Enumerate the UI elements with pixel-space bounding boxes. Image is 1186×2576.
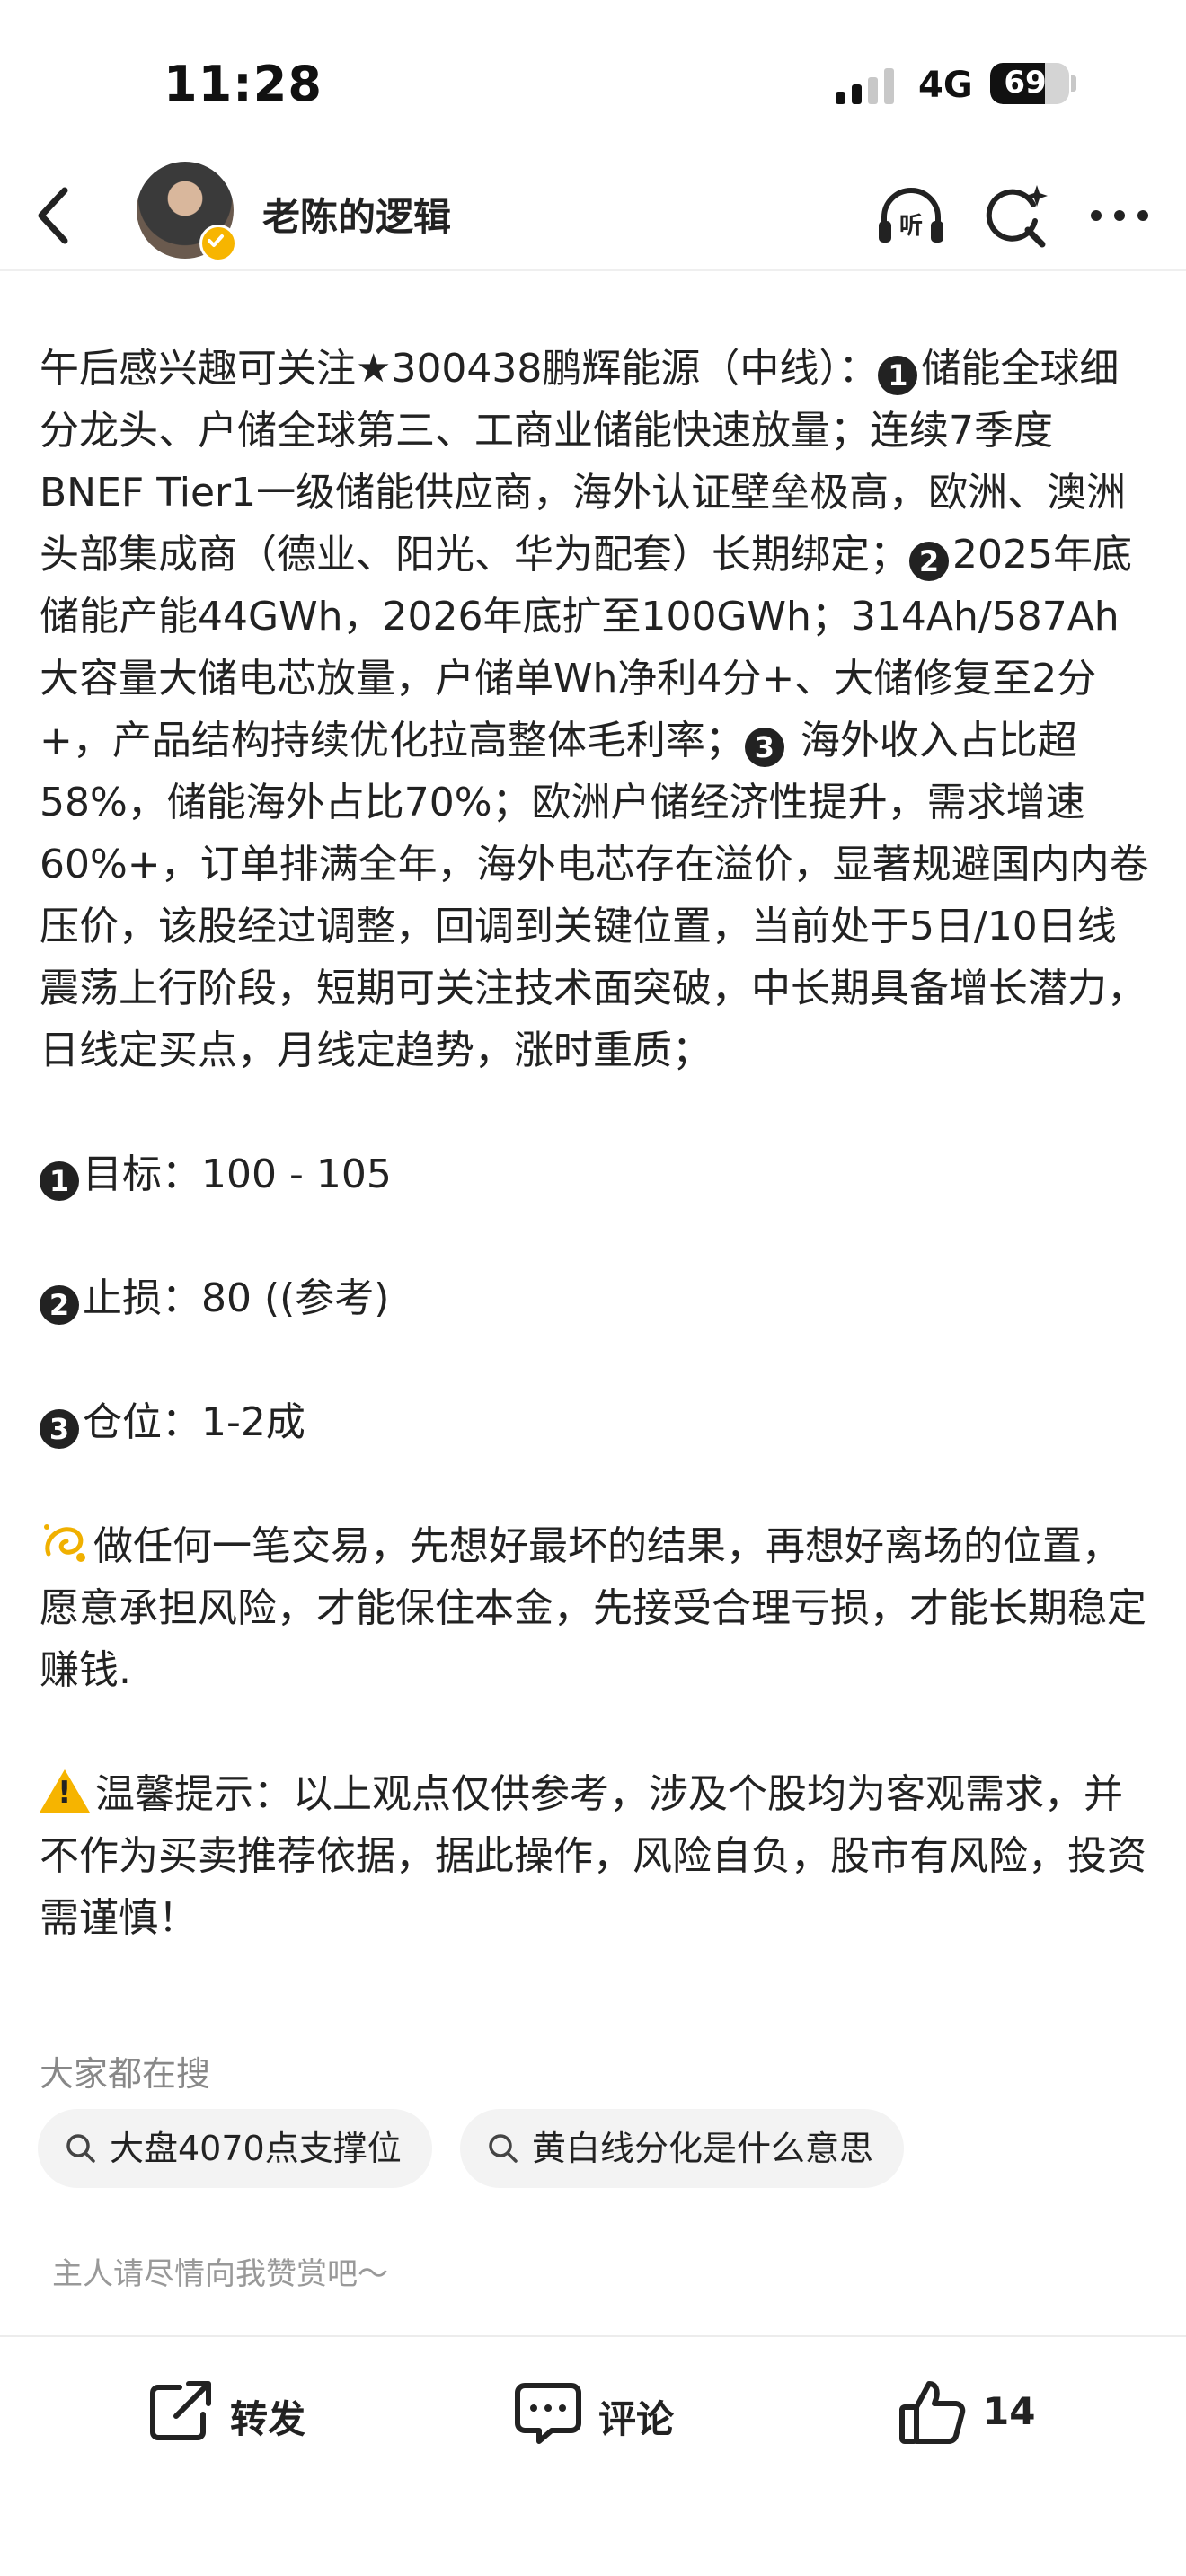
status-bar: 11:28 4G 69 — [0, 0, 1186, 162]
warning-icon — [40, 1769, 90, 1813]
advice-text: 做任何一笔交易，先想好最坏的结果，再想好离场的位置，愿意承担风险，才能保住本金，… — [40, 1523, 1146, 1693]
search-spark-icon — [986, 185, 1048, 248]
comment-label: 评论 — [598, 2397, 675, 2441]
comment-button[interactable]: 评论 — [512, 2377, 710, 2448]
reward-prompt: 主人请尽情向我赞赏吧～ — [52, 2256, 388, 2292]
back-button[interactable] — [27, 181, 90, 250]
battery-percent: 69 — [1004, 65, 1047, 101]
post-paragraph-main: 午后感兴趣可关注★300438鹏辉能源（中线）： 1 储能全球细分龙头、户储全球第三… — [40, 338, 1150, 1081]
search-button[interactable] — [978, 178, 1053, 253]
number-badge-2: 2 — [40, 1285, 79, 1325]
thumbs-up-icon — [899, 2381, 966, 2444]
share-icon — [150, 2381, 211, 2440]
search-chip-1[interactable]: 大盘4070点支撑位 — [38, 2109, 432, 2188]
number-badge-2: 2 — [909, 542, 949, 581]
like-count: 14 — [983, 2389, 1036, 2433]
listen-icon: 听 — [879, 188, 943, 243]
home-area — [0, 2497, 1186, 2576]
share-button[interactable]: 转发 — [144, 2377, 341, 2448]
search-icon — [489, 2134, 518, 2163]
author-name[interactable]: 老陈的逻辑 — [262, 187, 451, 242]
share-label: 转发 — [230, 2397, 306, 2441]
post-stop: 2 止损：80 ((参考) — [40, 1267, 1150, 1329]
nav-bar: 老陈的逻辑 听 — [0, 162, 1186, 271]
verified-badge-icon — [199, 225, 237, 262]
target-text: 目标：100 - 105 — [83, 1151, 392, 1197]
status-time: 11:28 — [164, 56, 323, 112]
number-badge-1: 1 — [40, 1161, 79, 1201]
position-text: 仓位：1-2成 — [83, 1399, 305, 1445]
post-point-3: 海外收入占比超58%，储能海外占比70%；欧洲户储经济性提升，需求增速60%+，… — [40, 718, 1149, 1073]
warning-text: 温馨提示：以上观点仅供参考，涉及个股均为客观需求，并不作为买卖推荐依据，据此操作… — [40, 1771, 1146, 1941]
post-advice: 做任何一笔交易，先想好最坏的结果，再想好离场的位置，愿意承担风险，才能保住本金，… — [40, 1515, 1150, 1701]
stop-text: 止损：80 ((参考) — [83, 1275, 390, 1321]
post-target: 1 目标：100 - 105 — [40, 1143, 1150, 1205]
post-warning: 温馨提示：以上观点仅供参考，涉及个股均为客观需求，并不作为买卖推荐依据，据此操作… — [40, 1763, 1150, 1949]
signal-icon — [836, 68, 895, 104]
search-chip-label: 大盘4070点支撑位 — [110, 2129, 402, 2168]
number-badge-1: 1 — [878, 356, 918, 395]
number-badge-3: 3 — [744, 728, 784, 767]
bottom-action-bar: 转发 评论 14 — [0, 2335, 1186, 2499]
post-intro: 午后感兴趣可关注★300438鹏辉能源（中线）： — [40, 346, 879, 392]
dizzy-icon — [44, 1524, 85, 1562]
more-button[interactable] — [1082, 178, 1157, 253]
battery-icon: 69 — [990, 63, 1069, 104]
network-label: 4G — [918, 65, 973, 106]
search-icon — [66, 2134, 95, 2163]
listen-button[interactable]: 听 — [873, 178, 949, 253]
search-chip-label: 黄白线分化是什么意思 — [532, 2129, 874, 2168]
comment-icon — [515, 2383, 581, 2444]
back-icon — [38, 187, 68, 244]
search-chip-2[interactable]: 黄白线分化是什么意思 — [460, 2109, 905, 2188]
number-badge-3: 3 — [40, 1409, 79, 1449]
search-section-title: 大家都在搜 — [40, 2054, 211, 2094]
post-position: 3 仓位：1-2成 — [40, 1391, 1150, 1453]
post-body: 午后感兴趣可关注★300438鹏辉能源（中线）： 1 储能全球细分龙头、户储全球第三… — [40, 338, 1150, 2011]
svg-text:听: 听 — [899, 213, 923, 240]
more-icon — [1091, 210, 1148, 221]
battery-tip — [1071, 75, 1076, 92]
like-button[interactable]: 14 — [897, 2377, 1076, 2448]
